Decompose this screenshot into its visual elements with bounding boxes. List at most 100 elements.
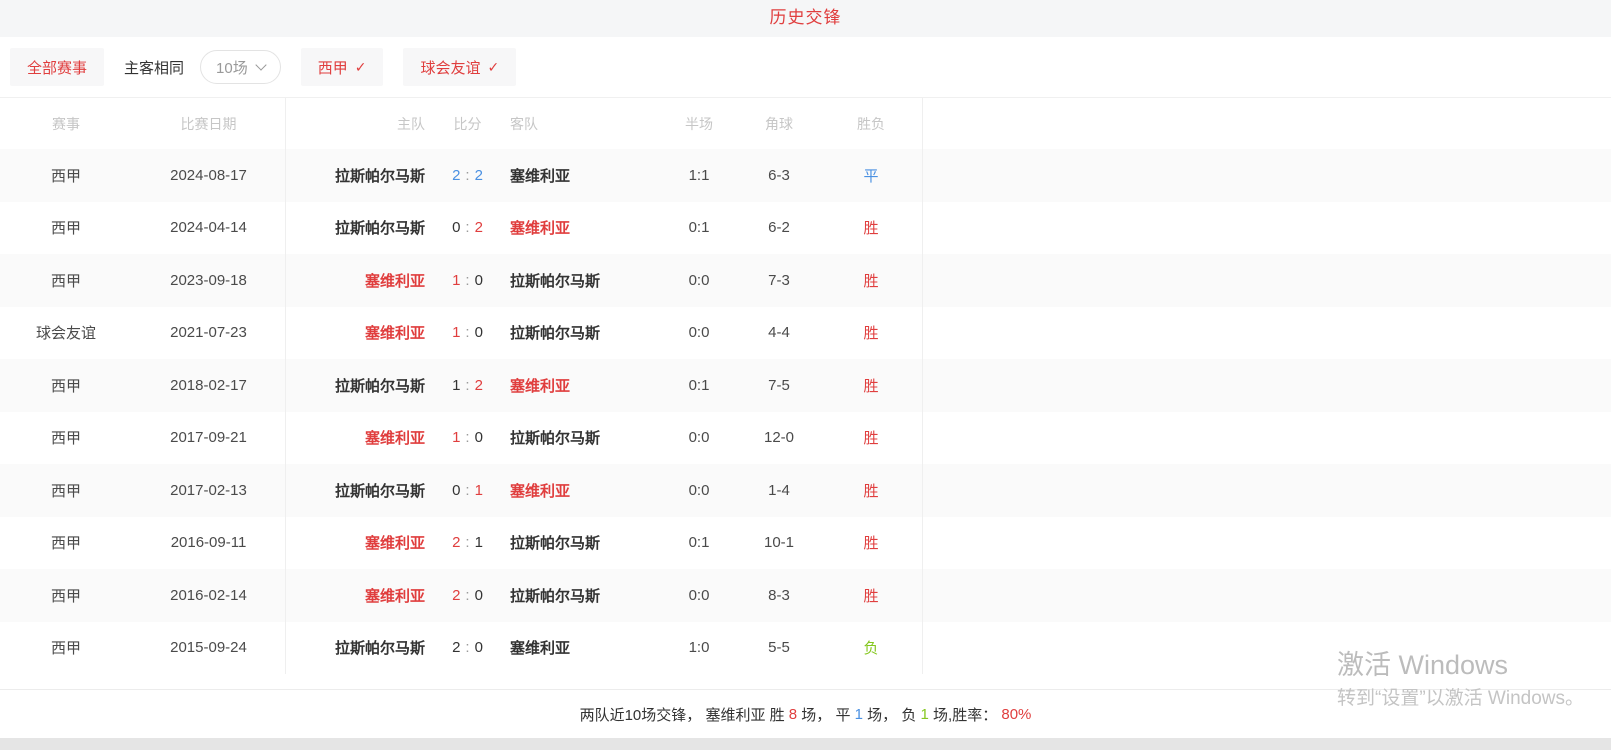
- table-row[interactable]: 西甲 2018-02-17 拉斯帕尔马斯 1 : 2 塞维利亚 0:1 7-5 …: [0, 359, 1611, 412]
- cell-halftime: 1:0: [660, 622, 738, 675]
- table-row[interactable]: 西甲 2017-02-13 拉斯帕尔马斯 0 : 1 塞维利亚 0:0 1-4 …: [0, 464, 1611, 517]
- cell-league: 西甲: [0, 464, 132, 517]
- cell-filler: [922, 202, 1611, 255]
- cell-date: 2024-04-14: [132, 202, 285, 255]
- summary-seg3: 场， 负: [863, 704, 921, 725]
- home-goals: 1: [452, 272, 460, 289]
- score-colon: :: [465, 429, 469, 446]
- header-corners: 角球: [738, 98, 820, 149]
- cell-halftime: 0:0: [660, 464, 738, 517]
- table-row[interactable]: 西甲 2024-04-14 拉斯帕尔马斯 0 : 2 塞维利亚 0:1 6-2 …: [0, 202, 1611, 255]
- home-team-name: 拉斯帕尔马斯: [335, 375, 425, 396]
- away-team-name: 拉斯帕尔马斯: [510, 532, 600, 553]
- cell-score: 0 : 1: [429, 464, 506, 517]
- cell-date: 2017-09-21: [132, 412, 285, 465]
- cell-corners: 8-3: [738, 569, 820, 622]
- cell-corners: 1-4: [738, 464, 820, 517]
- table-row[interactable]: 西甲 2016-02-14 塞维利亚 2 : 0 拉斯帕尔马斯 0:0 8-3 …: [0, 569, 1611, 622]
- cell-filler: [922, 149, 1611, 202]
- home-team-name: 塞维利亚: [365, 585, 425, 606]
- cell-result: 负: [820, 622, 922, 675]
- home-goals: 2: [452, 534, 460, 551]
- score-colon: :: [465, 219, 469, 236]
- cell-score: 1 : 2: [429, 359, 506, 412]
- result-badge: 胜: [863, 270, 878, 291]
- cell-corners: 10-1: [738, 517, 820, 570]
- section-title-bar: 历史交锋: [0, 0, 1611, 37]
- cell-league: 西甲: [0, 359, 132, 412]
- away-team-name: 拉斯帕尔马斯: [510, 322, 600, 343]
- cell-date: 2015-09-24: [132, 622, 285, 675]
- cell-halftime: 0:1: [660, 359, 738, 412]
- cell-corners: 6-3: [738, 149, 820, 202]
- away-team-name: 拉斯帕尔马斯: [510, 270, 600, 291]
- cell-away-team: 拉斯帕尔马斯: [506, 307, 660, 360]
- table-body: 西甲 2024-08-17 拉斯帕尔马斯 2 : 2 塞维利亚 1:1 6-3 …: [0, 149, 1611, 674]
- cell-away-team: 塞维利亚: [506, 464, 660, 517]
- home-team-name: 拉斯帕尔马斯: [335, 637, 425, 658]
- cell-date: 2016-02-14: [132, 569, 285, 622]
- header-date: 比赛日期: [132, 98, 285, 149]
- filter-all-matches[interactable]: 全部赛事: [10, 48, 104, 86]
- cell-league: 西甲: [0, 149, 132, 202]
- header-result: 胜负: [820, 98, 922, 149]
- header-score: 比分: [429, 98, 506, 149]
- header-league: 赛事: [0, 98, 132, 149]
- header-halftime: 半场: [660, 98, 738, 149]
- away-goals: 2: [475, 167, 483, 184]
- cell-date: 2017-02-13: [132, 464, 285, 517]
- home-team-name: 拉斯帕尔马斯: [335, 217, 425, 238]
- cell-halftime: 0:0: [660, 412, 738, 465]
- filter-bar: 全部赛事 主客相同 10场 西甲 ✓ 球会友谊 ✓: [0, 37, 1611, 97]
- table-row[interactable]: 西甲 2017-09-21 塞维利亚 1 : 0 拉斯帕尔马斯 0:0 12-0…: [0, 412, 1611, 465]
- home-goals: 0: [452, 219, 460, 236]
- cell-result: 胜: [820, 359, 922, 412]
- cell-home-team: 塞维利亚: [285, 517, 429, 570]
- away-goals: 1: [475, 534, 483, 551]
- cell-filler: [922, 412, 1611, 465]
- check-icon: ✓: [487, 59, 499, 76]
- cell-score: 1 : 0: [429, 412, 506, 465]
- summary-draws: 1: [855, 706, 863, 723]
- home-team-name: 塞维利亚: [365, 270, 425, 291]
- away-goals: 2: [475, 377, 483, 394]
- summary-wins: 8: [789, 706, 797, 723]
- cell-home-team: 拉斯帕尔马斯: [285, 622, 429, 675]
- cell-filler: [922, 569, 1611, 622]
- score-colon: :: [465, 534, 469, 551]
- result-badge: 胜: [863, 480, 878, 501]
- cell-score: 2 : 2: [429, 149, 506, 202]
- cell-league: 西甲: [0, 202, 132, 255]
- cell-date: 2021-07-23: [132, 307, 285, 360]
- away-team-name: 塞维利亚: [510, 480, 570, 501]
- windows-activation-hint: 转到“设置”以激活 Windows。: [1337, 683, 1584, 710]
- cell-halftime: 0:1: [660, 202, 738, 255]
- table-row[interactable]: 西甲 2016-09-11 塞维利亚 2 : 1 拉斯帕尔马斯 0:1 10-1…: [0, 517, 1611, 570]
- filter-same-venue[interactable]: 主客相同: [124, 57, 184, 78]
- away-team-name: 塞维利亚: [510, 375, 570, 396]
- away-team-name: 塞维利亚: [510, 637, 570, 658]
- result-badge: 胜: [863, 427, 878, 448]
- filter-club-friendly[interactable]: 球会友谊 ✓: [403, 48, 516, 86]
- cell-corners: 4-4: [738, 307, 820, 360]
- cell-home-team: 塞维利亚: [285, 254, 429, 307]
- table-row[interactable]: 球会友谊 2021-07-23 塞维利亚 1 : 0 拉斯帕尔马斯 0:0 4-…: [0, 307, 1611, 360]
- cell-halftime: 0:0: [660, 569, 738, 622]
- cell-score: 2 : 0: [429, 622, 506, 675]
- away-goals: 2: [475, 219, 483, 236]
- score-colon: :: [465, 482, 469, 499]
- result-badge: 胜: [863, 322, 878, 343]
- header-filler: [922, 98, 1611, 149]
- away-goals: 0: [475, 639, 483, 656]
- score-colon: :: [465, 639, 469, 656]
- match-count-dropdown[interactable]: 10场: [200, 50, 281, 84]
- table-row[interactable]: 西甲 2023-09-18 塞维利亚 1 : 0 拉斯帕尔马斯 0:0 7-3 …: [0, 254, 1611, 307]
- score-colon: :: [465, 587, 469, 604]
- cell-away-team: 塞维利亚: [506, 359, 660, 412]
- cell-league: 西甲: [0, 412, 132, 465]
- filter-league-laliga[interactable]: 西甲 ✓: [301, 48, 384, 86]
- table-row[interactable]: 西甲 2024-08-17 拉斯帕尔马斯 2 : 2 塞维利亚 1:1 6-3 …: [0, 149, 1611, 202]
- summary-prefix: 两队近10场交锋， 塞维利亚 胜: [580, 704, 789, 725]
- result-badge: 平: [863, 165, 878, 186]
- cell-home-team: 塞维利亚: [285, 307, 429, 360]
